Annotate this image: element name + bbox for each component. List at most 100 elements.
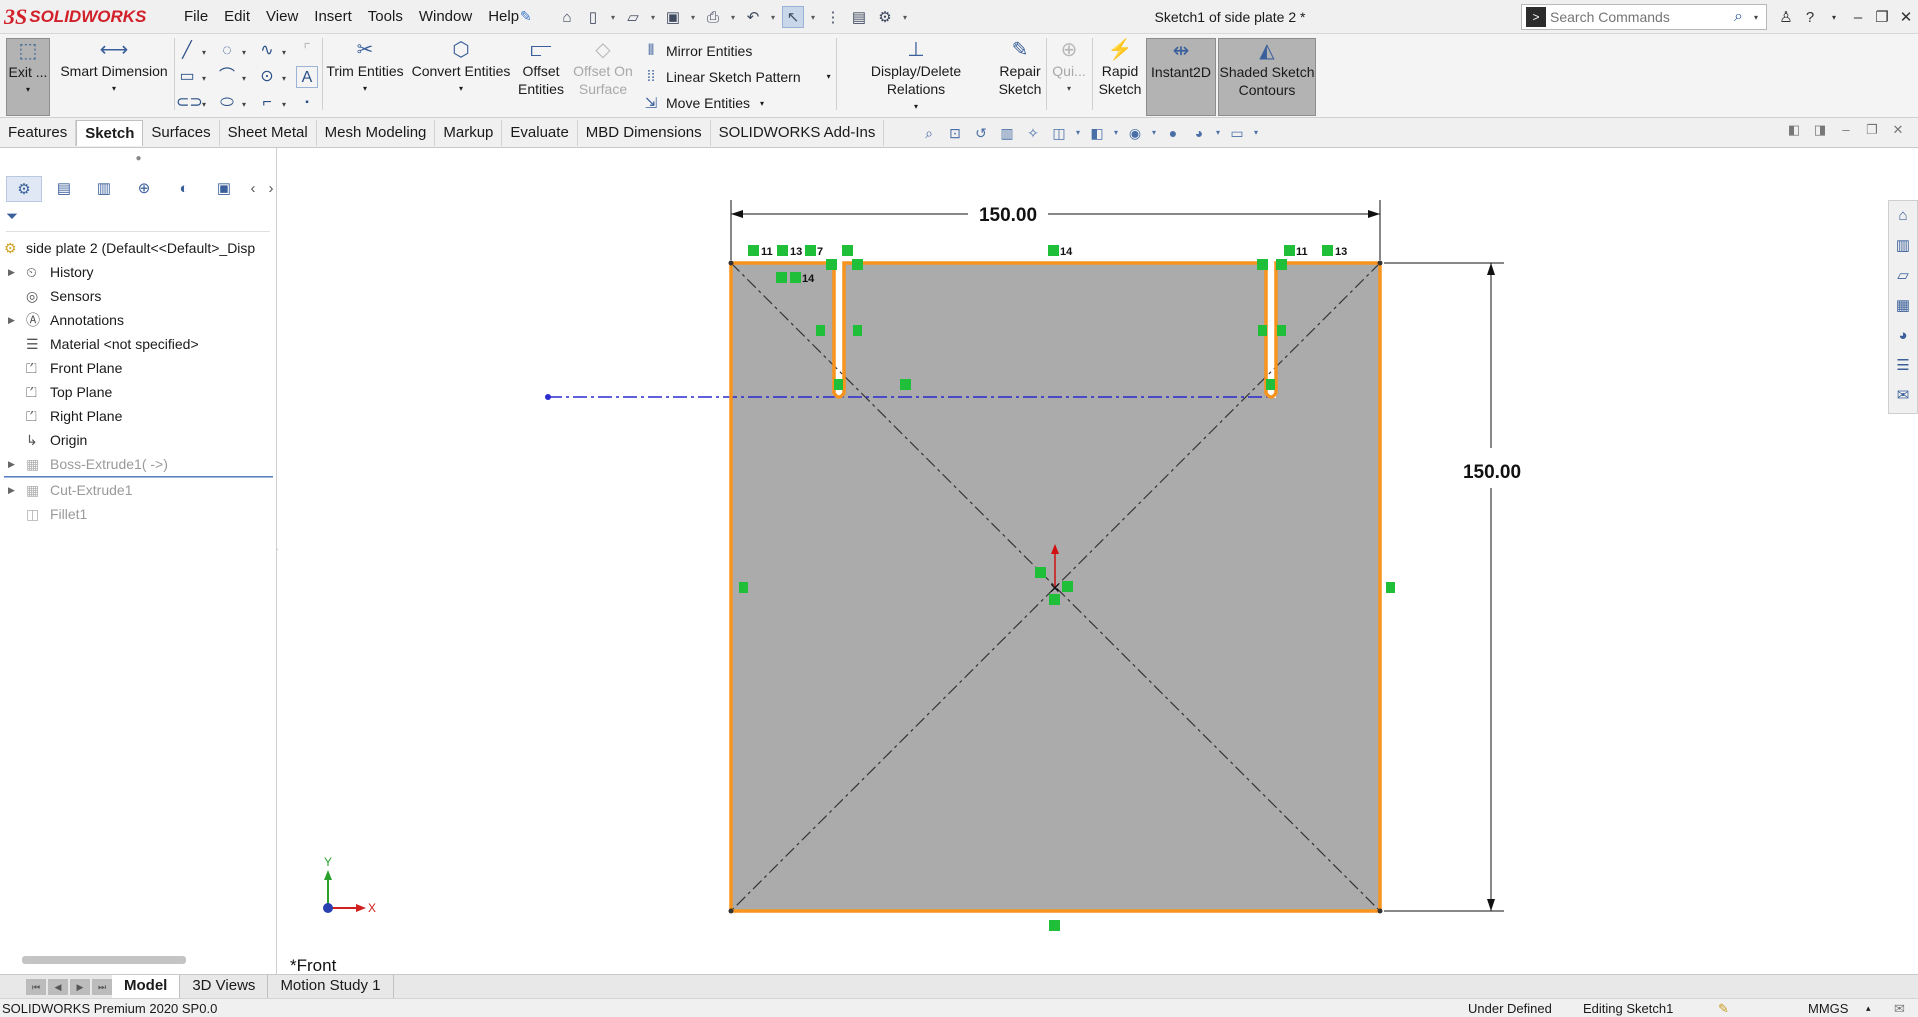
relation-glyph[interactable] [777, 245, 788, 256]
quick-snaps-dropdown-icon[interactable]: ▾ [1067, 80, 1071, 98]
corner-point[interactable] [1377, 908, 1383, 914]
tab-sheet-metal[interactable]: Sheet Metal [220, 120, 317, 146]
minimize-icon[interactable]: – [1848, 9, 1868, 26]
home-icon[interactable]: ⌂ [556, 6, 578, 28]
relation-glyph[interactable] [826, 259, 837, 270]
instant2d-button[interactable]: ⇹ Instant2D [1146, 38, 1216, 116]
sketch-canvas[interactable]: ✕ 150.00 150.00 11 13 7 14 14 11 13 Y X [278, 148, 1918, 974]
file-explorer-icon[interactable]: ▱ [1889, 261, 1917, 291]
relations-dropdown-icon[interactable]: ▾ [914, 98, 918, 116]
tree-filter[interactable]: ⏷ [6, 208, 270, 232]
mirror-entities-button[interactable]: ⫴ Mirror Entities [642, 42, 753, 59]
relation-glyph[interactable] [1049, 594, 1060, 605]
slot-dropdown-icon[interactable]: ▾ [202, 100, 206, 109]
doc-restore-icon[interactable]: ❐ [1864, 122, 1880, 138]
unit-system[interactable]: MMGS [1808, 999, 1848, 1017]
tab-features[interactable]: Features [0, 120, 77, 146]
relation-glyph[interactable] [1048, 245, 1059, 256]
relation-glyph[interactable] [1035, 567, 1046, 578]
last-tab-icon[interactable]: ⏭ [92, 979, 112, 995]
pattern-dropdown-icon[interactable]: ▾ [827, 72, 831, 81]
relation-glyph[interactable] [1284, 245, 1295, 256]
print-dropdown-icon[interactable]: ▾ [728, 6, 738, 28]
slot-tool-icon[interactable]: ⊂⊃ [176, 92, 203, 114]
new-document-icon[interactable]: ▯ [582, 6, 604, 28]
circle-tool-icon[interactable]: ◌ [216, 40, 238, 62]
linear-sketch-pattern-button[interactable]: ⁞⁞ Linear Sketch Pattern ▾ [642, 68, 831, 85]
relation-glyph[interactable] [790, 272, 801, 283]
sketch-fillet-icon[interactable]: ⌜ [296, 40, 318, 62]
tab-mbd-dimensions[interactable]: MBD Dimensions [578, 120, 711, 146]
relation-glyph[interactable] [748, 245, 759, 256]
tree-item-right-plane[interactable]: ⏍ Right Plane [0, 404, 277, 428]
doc-close-icon[interactable]: ✕ [1890, 122, 1906, 138]
spline-dropdown-icon[interactable]: ▾ [282, 48, 286, 57]
relation-glyph[interactable] [1266, 379, 1275, 390]
display-style-icon[interactable]: ◧ [1086, 122, 1108, 144]
displaymanager-tab-icon[interactable]: ◐ [166, 176, 202, 202]
tree-item-cut-extrude1[interactable]: ▶ ▦ Cut-Extrude1 [0, 478, 277, 502]
new-dropdown-icon[interactable]: ▾ [608, 6, 618, 28]
open-folder-icon[interactable]: ▱ [622, 6, 644, 28]
menu-edit[interactable]: Edit [216, 0, 258, 34]
hide-show-dropdown-icon[interactable]: ▾ [1150, 122, 1158, 144]
featuremanager-tab-icon[interactable]: ⚙ [6, 176, 42, 202]
offset-on-surface-button[interactable]: ◇ Offset On Surface [570, 38, 636, 98]
repair-sketch-button[interactable]: ✎ Repair Sketch [996, 38, 1044, 98]
expand-arrow-icon[interactable]: ▶ [8, 308, 15, 332]
tab-sketch[interactable]: Sketch [76, 120, 144, 146]
menu-view[interactable]: View [258, 0, 306, 34]
previous-tab-icon[interactable]: ◀ [48, 979, 68, 995]
search-dropdown-icon[interactable]: ▾ [1754, 13, 1766, 22]
relation-glyph[interactable] [1258, 325, 1267, 336]
cam-tab-icon[interactable]: ▣ [206, 176, 242, 202]
previous-view-icon[interactable]: ↺ [970, 122, 992, 144]
select-cursor-icon[interactable]: ↖ [782, 6, 804, 28]
design-library-icon[interactable]: ▥ [1889, 231, 1917, 261]
save-icon[interactable]: ▣ [662, 6, 684, 28]
file-properties-icon[interactable]: ▤ [848, 6, 870, 28]
move-entities-button[interactable]: ⇲ Move Entities ▾ [642, 94, 764, 112]
view-palette-icon[interactable]: ▦ [1889, 291, 1917, 321]
search-icon[interactable]: ⌕ [1734, 8, 1754, 26]
search-input[interactable] [1550, 9, 1734, 25]
rectangle-tool-icon[interactable]: ▭ [176, 66, 198, 88]
fillet-dropdown-icon[interactable]: ▾ [282, 100, 286, 109]
offset-entities-button[interactable]: ⫍ Offset Entities [516, 38, 566, 98]
apply-scene-dropdown-icon[interactable]: ▾ [1214, 122, 1222, 144]
text-tool-icon[interactable]: A [296, 66, 318, 88]
relation-glyph[interactable] [900, 379, 911, 390]
forum-icon[interactable]: ✉ [1889, 381, 1917, 411]
relation-glyph[interactable] [852, 259, 863, 270]
ellipse-dropdown-icon[interactable]: ▾ [242, 100, 246, 109]
help-question-icon[interactable]: ? [1800, 9, 1820, 26]
tab-evaluate[interactable]: Evaluate [502, 120, 578, 146]
smart-dimension-button[interactable]: ⟷ Smart Dimension ▾ [58, 38, 170, 98]
tree-item-material[interactable]: ☰ Material <not specified> [0, 332, 277, 356]
help-dropdown-icon[interactable]: ▾ [1824, 13, 1844, 22]
convert-dropdown-icon[interactable]: ▾ [459, 80, 463, 98]
tab-solidworks-add-ins[interactable]: SOLIDWORKS Add-Ins [711, 120, 885, 146]
line-dropdown-icon[interactable]: ▾ [202, 48, 206, 57]
tabs-scroll-right-icon[interactable]: › [264, 176, 278, 202]
menu-window[interactable]: Window [411, 0, 480, 34]
rebuild-status-icon[interactable]: ✎ [1718, 999, 1729, 1017]
exit-sketch-button[interactable]: ⬚ Exit ... ▾ [6, 38, 50, 116]
hide-show-items-icon[interactable]: ◉ [1124, 122, 1146, 144]
appearances-icon[interactable]: ◕ [1889, 321, 1917, 351]
display-style-dropdown-icon[interactable]: ▾ [1112, 122, 1120, 144]
options-dropdown-icon[interactable]: ▾ [900, 6, 910, 28]
tab-surfaces[interactable]: Surfaces [143, 120, 220, 146]
unit-dropdown-icon[interactable]: ▴ [1866, 999, 1871, 1017]
view-orientation-icon[interactable]: ◫ [1048, 122, 1070, 144]
expand-arrow-icon[interactable]: ▶ [8, 260, 15, 284]
tree-horizontal-scrollbar[interactable] [22, 956, 186, 964]
first-tab-icon[interactable]: ⏮ [26, 979, 46, 995]
tab-model[interactable]: Model [112, 975, 181, 999]
restore-icon[interactable]: ❐ [1872, 8, 1892, 26]
dimxpertmanager-tab-icon[interactable]: ⊕ [126, 176, 162, 202]
tree-root-part[interactable]: ⚙ side plate 2 (Default<<Default>_Disp [0, 236, 277, 260]
expand-arrow-icon[interactable]: ▶ [8, 478, 15, 502]
options-gear-icon[interactable]: ⚙ [874, 6, 896, 28]
rectangle-dropdown-icon[interactable]: ▾ [202, 74, 206, 83]
